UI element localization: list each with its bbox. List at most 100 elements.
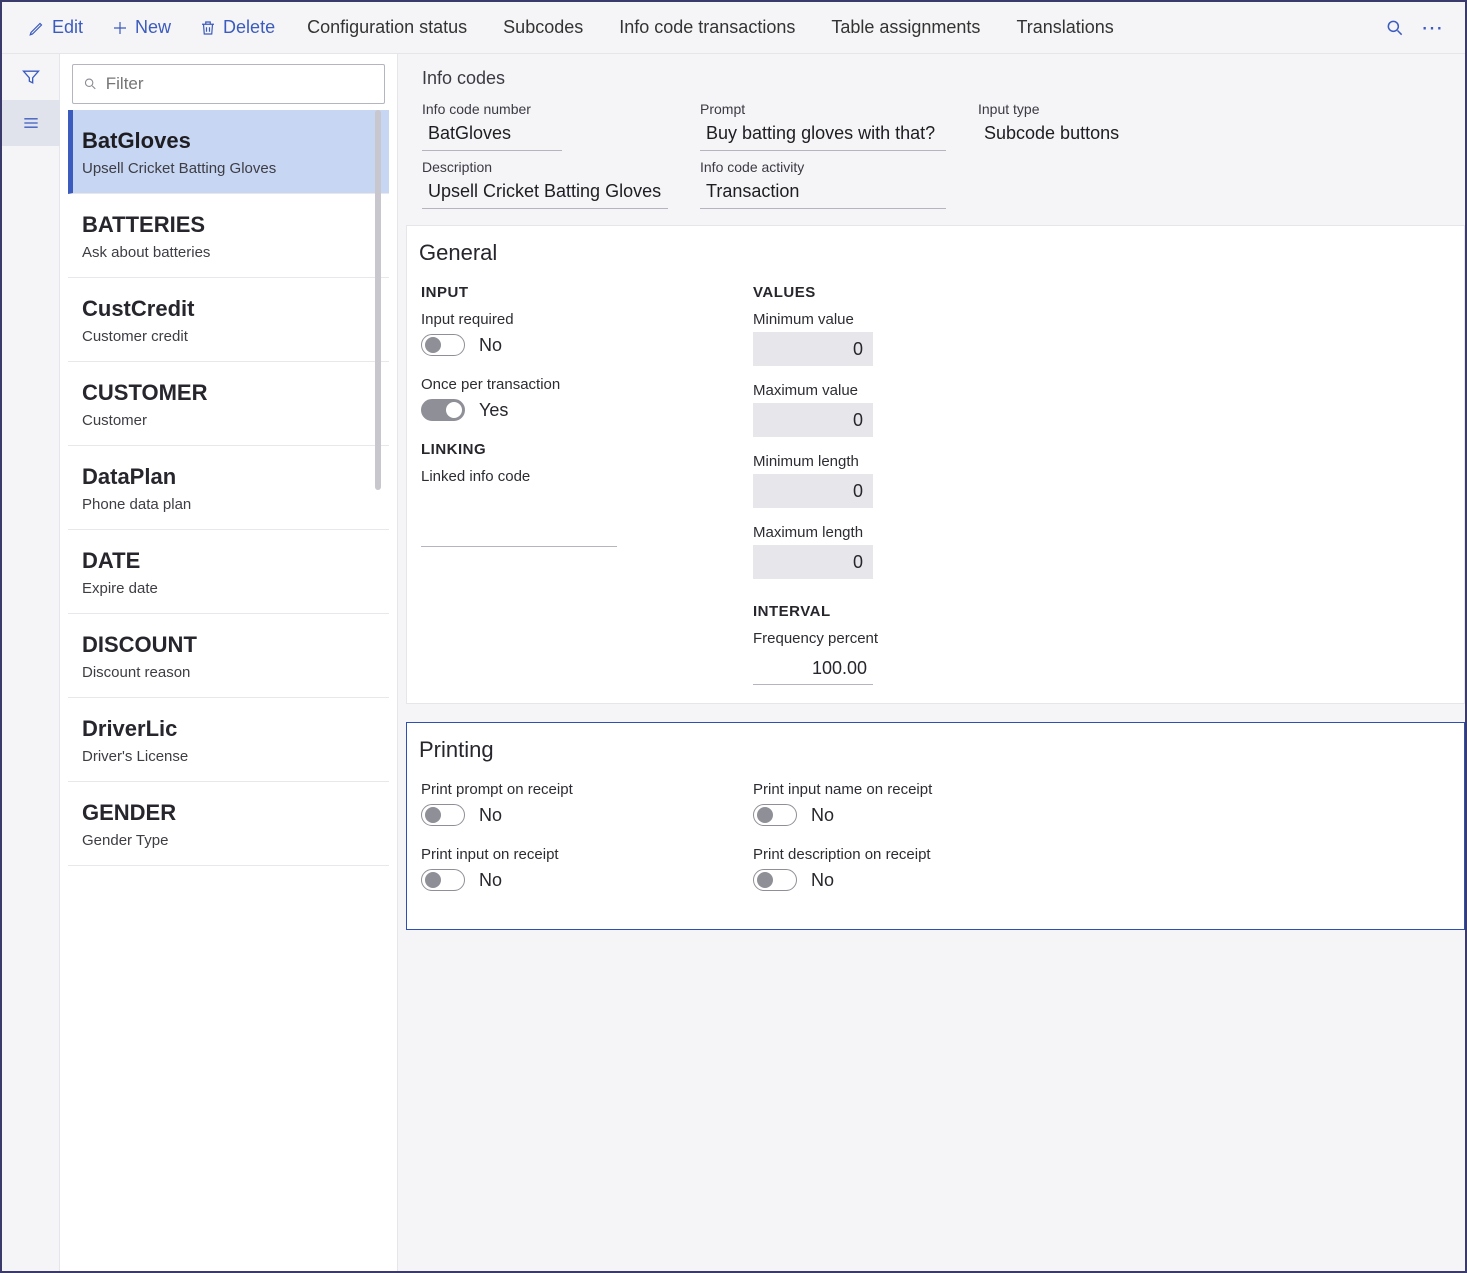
printing-header[interactable]: Printing bbox=[407, 723, 1464, 777]
input-max-value[interactable] bbox=[753, 403, 873, 437]
label-prompt: Prompt bbox=[700, 101, 970, 117]
menu-table-assignments[interactable]: Table assignments bbox=[813, 9, 998, 46]
summary-section: Info codes Info code number BatGloves Pr… bbox=[398, 54, 1465, 219]
toggle-once-per-tx[interactable] bbox=[421, 399, 465, 421]
toggle-print-prompt[interactable] bbox=[421, 804, 465, 826]
list-item[interactable]: BATTERIESAsk about batteries bbox=[68, 194, 389, 278]
list: BatGloves Upsell Cricket Batting Gloves BA… bbox=[68, 110, 389, 866]
input-linked-info-code[interactable] bbox=[421, 515, 617, 547]
detail-pane: Info codes Info code number BatGloves Pr… bbox=[398, 54, 1465, 1271]
label-once-per-tx: Once per transaction bbox=[421, 376, 741, 393]
edit-label: Edit bbox=[52, 17, 83, 38]
list-item-subtitle: Phone data plan bbox=[82, 496, 375, 513]
header-input: INPUT bbox=[421, 284, 741, 301]
list-item-subtitle: Expire date bbox=[82, 580, 375, 597]
list-item[interactable]: DriverLicDriver's License bbox=[68, 698, 389, 782]
overflow-button[interactable]: ⋯ bbox=[1413, 10, 1453, 46]
list-item-title: CUSTOMER bbox=[82, 380, 375, 406]
menu-configuration-status[interactable]: Configuration status bbox=[289, 9, 485, 46]
list-item-title: DATE bbox=[82, 548, 375, 574]
list-item-subtitle: Driver's License bbox=[82, 748, 375, 765]
app-window: Edit New Delete Configuration status Sub… bbox=[0, 0, 1467, 1273]
label-max-length: Maximum length bbox=[753, 524, 1073, 541]
action-bar: Edit New Delete Configuration status Sub… bbox=[2, 2, 1465, 54]
funnel-icon bbox=[21, 67, 41, 87]
list-item[interactable]: DATE Expire date bbox=[68, 530, 389, 614]
general-card: General INPUT Input required No Once per… bbox=[406, 225, 1465, 704]
label-input-required: Input required bbox=[421, 311, 741, 328]
label-linked-info-code: Linked info code bbox=[421, 468, 741, 485]
list-icon bbox=[21, 113, 41, 133]
list-item-subtitle: Gender Type bbox=[82, 832, 375, 849]
rail-filter-button[interactable] bbox=[2, 54, 60, 100]
toggle-print-input-name[interactable] bbox=[753, 804, 797, 826]
list-item-title: BatGloves bbox=[82, 128, 375, 154]
header-interval: INTERVAL bbox=[753, 603, 1073, 620]
input-min-length[interactable] bbox=[753, 474, 873, 508]
list-item-title: GENDER bbox=[82, 800, 375, 826]
list-item[interactable]: BatGloves Upsell Cricket Batting Gloves bbox=[68, 110, 389, 194]
header-linking: LINKING bbox=[421, 441, 741, 458]
list-item[interactable]: CustCredit Customer credit bbox=[68, 278, 389, 362]
search-icon bbox=[1385, 18, 1405, 38]
label-activity: Info code activity bbox=[700, 159, 970, 175]
input-min-value[interactable] bbox=[753, 332, 873, 366]
label-print-prompt: Print prompt on receipt bbox=[421, 781, 741, 798]
label-max-value: Maximum value bbox=[753, 382, 1073, 399]
list-item[interactable]: GENDER Gender Type bbox=[68, 782, 389, 866]
pencil-icon bbox=[28, 19, 46, 37]
menu-translations[interactable]: Translations bbox=[998, 9, 1131, 46]
input-max-length[interactable] bbox=[753, 545, 873, 579]
delete-label: Delete bbox=[223, 17, 275, 38]
label-input-type: Input type bbox=[978, 101, 1441, 117]
search-button[interactable] bbox=[1377, 10, 1413, 46]
scrollbar[interactable] bbox=[375, 110, 381, 490]
trash-icon bbox=[199, 19, 217, 37]
general-header[interactable]: General bbox=[407, 226, 1464, 280]
input-frequency[interactable] bbox=[753, 653, 873, 685]
filter-box[interactable] bbox=[72, 64, 385, 104]
menu-info-code-transactions[interactable]: Info code transactions bbox=[601, 9, 813, 46]
delete-button[interactable]: Delete bbox=[185, 9, 289, 46]
field-description[interactable]: Upsell Cricket Batting Gloves bbox=[422, 177, 668, 209]
list-item-subtitle: Customer credit bbox=[82, 328, 375, 345]
toggle-print-input[interactable] bbox=[421, 869, 465, 891]
list-item-title: DataPlan bbox=[82, 464, 375, 490]
printing-card: Printing Print prompt on receipt No Prin… bbox=[406, 722, 1465, 930]
filter-input[interactable] bbox=[106, 74, 374, 94]
field-info-code-number[interactable]: BatGloves bbox=[422, 119, 562, 151]
toggle-print-input-text: No bbox=[479, 870, 502, 891]
field-activity[interactable]: Transaction bbox=[700, 177, 946, 209]
label-frequency: Frequency percent bbox=[753, 630, 1073, 647]
toggle-input-required[interactable] bbox=[421, 334, 465, 356]
toggle-print-desc[interactable] bbox=[753, 869, 797, 891]
label-min-length: Minimum length bbox=[753, 453, 1073, 470]
summary-title: Info codes bbox=[422, 68, 1441, 89]
list-item-title: CustCredit bbox=[82, 296, 375, 322]
list-item[interactable]: DataPlan Phone data plan bbox=[68, 446, 389, 530]
list-item-title: BATTERIES bbox=[82, 212, 375, 238]
edit-button[interactable]: Edit bbox=[14, 9, 97, 46]
label-print-input-name: Print input name on receipt bbox=[753, 781, 1073, 798]
list-item[interactable]: CUSTOMER Customer bbox=[68, 362, 389, 446]
toggle-print-input-name-text: No bbox=[811, 805, 834, 826]
field-input-type[interactable]: Subcode buttons bbox=[978, 119, 1417, 150]
label-description: Description bbox=[422, 159, 692, 175]
list-item-subtitle: Customer bbox=[82, 412, 375, 429]
new-label: New bbox=[135, 17, 171, 38]
field-prompt[interactable]: Buy batting gloves with that? bbox=[700, 119, 946, 151]
nav-rail bbox=[2, 54, 60, 1271]
list-item-subtitle: Upsell Cricket Batting Gloves bbox=[82, 160, 375, 177]
new-button[interactable]: New bbox=[97, 9, 185, 46]
list-item[interactable]: DISCOUNTDiscount reason bbox=[68, 614, 389, 698]
list-item-title: DISCOUNT bbox=[82, 632, 375, 658]
toggle-once-per-tx-text: Yes bbox=[479, 400, 508, 421]
toggle-input-required-text: No bbox=[479, 335, 502, 356]
plus-icon bbox=[111, 19, 129, 37]
header-values: VALUES bbox=[753, 284, 1073, 301]
rail-list-button[interactable] bbox=[2, 100, 60, 146]
menu-subcodes[interactable]: Subcodes bbox=[485, 9, 601, 46]
label-print-desc: Print description on receipt bbox=[753, 846, 1073, 863]
label-info-code-number: Info code number bbox=[422, 101, 692, 117]
toggle-print-desc-text: No bbox=[811, 870, 834, 891]
